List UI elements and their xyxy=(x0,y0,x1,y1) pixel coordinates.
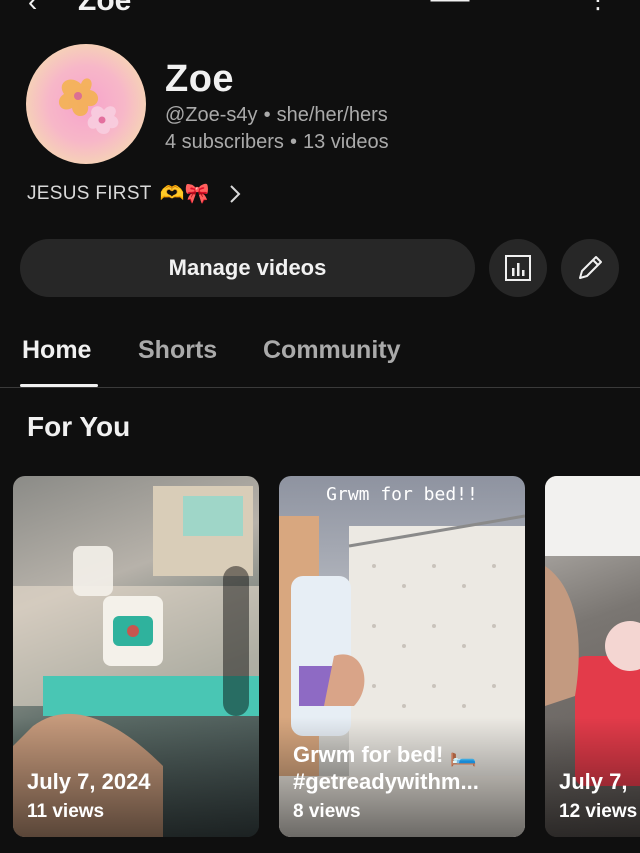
short-views: 11 views xyxy=(27,801,105,822)
channel-handle-row: @Zoe-s4y • she/her/hers xyxy=(165,104,388,127)
short-overlay-text: Grwm for bed!! xyxy=(326,484,478,505)
channel-name: Zoe xyxy=(165,58,235,100)
tab-home[interactable]: Home xyxy=(22,336,91,365)
short-card[interactable]: Grwm for bed!! Grwm for bed! 🛏️ #getread… xyxy=(279,476,525,837)
short-views: 8 views xyxy=(293,801,361,822)
manage-videos-button[interactable]: Manage videos xyxy=(20,239,475,297)
short-title-line2: #getreadywithm... xyxy=(293,769,479,794)
bio-text: JESUS FIRST xyxy=(27,182,152,204)
section-title: For You xyxy=(27,411,131,442)
short-title-line1: Grwm for bed! 🛏️ xyxy=(293,742,477,767)
channel-bio[interactable]: JESUS FIRST 🫶🎀 xyxy=(27,181,242,206)
analytics-icon xyxy=(505,255,531,281)
top-bar: ‹ Zoe ⋮ xyxy=(0,0,640,18)
channel-tabs: Home Shorts Community xyxy=(0,320,640,388)
channel-handle: @Zoe-s4y xyxy=(165,104,258,126)
short-views: 12 views xyxy=(559,801,638,822)
more-icon[interactable]: ⋮ xyxy=(586,0,610,15)
channel-stats-row: 4 subscribers • 13 videos xyxy=(165,131,389,154)
video-count: 13 videos xyxy=(302,131,389,153)
short-card[interactable]: July 7, 2024 11 views xyxy=(13,476,259,837)
channel-pronouns: she/her/hers xyxy=(276,104,388,126)
separator-dot: • xyxy=(263,104,271,126)
header-title: Zoe xyxy=(78,0,132,17)
back-arrow-icon[interactable]: ‹ xyxy=(28,0,37,18)
edit-channel-button[interactable] xyxy=(561,239,619,297)
search-icon[interactable] xyxy=(520,0,544,10)
cast-icon[interactable] xyxy=(430,0,470,10)
separator-dot: • xyxy=(289,131,297,153)
subscriber-count: 4 subscribers xyxy=(165,131,284,153)
pencil-icon xyxy=(579,256,602,279)
tab-shorts[interactable]: Shorts xyxy=(138,336,217,365)
channel-avatar[interactable] xyxy=(26,44,146,164)
tab-community[interactable]: Community xyxy=(263,336,401,365)
hibiscus-icon xyxy=(58,78,119,134)
analytics-button[interactable] xyxy=(489,239,547,297)
active-tab-indicator xyxy=(20,384,98,387)
chevron-right-icon xyxy=(230,184,241,203)
bio-emoji: 🫶🎀 xyxy=(159,183,211,205)
short-card[interactable]: July 7, 12 views xyxy=(545,476,640,837)
short-title: July 7, xyxy=(559,769,628,794)
short-title: July 7, 2024 xyxy=(27,769,151,794)
